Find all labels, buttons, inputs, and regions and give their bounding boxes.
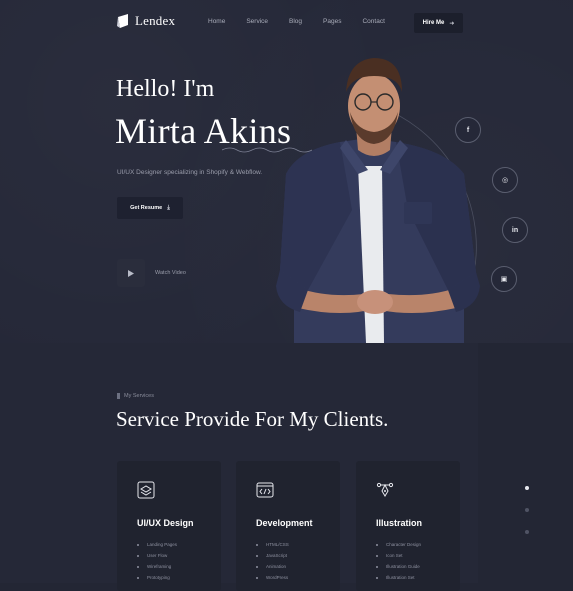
- bullet-icon: [256, 543, 258, 546]
- bullet-icon: [376, 576, 378, 579]
- layers-icon: [137, 481, 155, 499]
- list-item-label: User Flow: [147, 553, 168, 558]
- service-card-title: Illustration: [376, 518, 423, 528]
- dribbble-icon[interactable]: ◎: [492, 167, 518, 193]
- bullet-icon: [137, 543, 139, 546]
- list-item-label: JavaScript: [266, 553, 288, 558]
- list-item: Animation: [256, 561, 289, 572]
- facebook-icon[interactable]: f: [455, 117, 481, 143]
- bullet-icon: [137, 576, 139, 579]
- bullet-icon: [256, 565, 258, 568]
- service-card-title: UI/UX Design: [137, 518, 194, 528]
- list-item: JavaScript: [256, 550, 289, 561]
- underline-squiggle: [222, 147, 312, 153]
- play-icon: [128, 269, 134, 277]
- service-card-list: Character Design Icon Set Illustration G…: [376, 539, 421, 583]
- list-item: Illustration Guide: [376, 561, 421, 572]
- pen-tool-icon: [376, 482, 394, 497]
- services-eyebrow: My Services: [117, 393, 154, 399]
- list-item: Prototyping: [137, 572, 177, 583]
- list-item-label: Icon Set: [386, 553, 403, 558]
- list-item: User Flow: [137, 550, 177, 561]
- instagram-icon[interactable]: ▣: [491, 266, 517, 292]
- list-item: Character Design: [376, 539, 421, 550]
- list-item-label: Landing Pages: [147, 542, 178, 547]
- slider-dot[interactable]: [525, 530, 529, 534]
- get-resume-label: Get Resume: [130, 205, 163, 211]
- list-item-label: Prototyping: [147, 575, 170, 580]
- list-item: Landing Pages: [137, 539, 177, 550]
- code-icon: [256, 482, 274, 498]
- bullet-icon: [376, 554, 378, 557]
- list-item-label: Illustration Set: [386, 575, 415, 580]
- service-card-title: Development: [256, 518, 313, 528]
- list-item-label: HTML/CSS: [266, 542, 289, 547]
- slider-dot-active[interactable]: [525, 486, 529, 490]
- eyebrow-mark-icon: [117, 393, 120, 399]
- services-title: Service Provide For My Clients.: [116, 407, 389, 431]
- list-item-label: Wireframing: [147, 564, 172, 569]
- list-item: WordPress: [256, 572, 289, 583]
- watch-video[interactable]: Watch Video: [117, 259, 186, 287]
- play-button[interactable]: [117, 259, 145, 287]
- list-item-label: WordPress: [266, 575, 289, 580]
- portrait-image: [276, 58, 480, 343]
- service-card-illustration[interactable]: Illustration Character Design Icon Set I…: [356, 461, 460, 591]
- list-item-label: Character Design: [386, 542, 422, 547]
- slider-dot[interactable]: [525, 508, 529, 512]
- hero-subtitle: UI/UX Designer specializing in Shopify &…: [117, 169, 263, 176]
- bullet-icon: [137, 565, 139, 568]
- service-card-uiux[interactable]: UI/UX Design Landing Pages User Flow Wir…: [117, 461, 221, 591]
- bullet-icon: [376, 543, 378, 546]
- list-item: HTML/CSS: [256, 539, 289, 550]
- bullet-icon: [256, 576, 258, 579]
- list-item: Icon Set: [376, 550, 421, 561]
- hero-greeting: Hello! I'm: [116, 76, 215, 102]
- watch-video-label: Watch Video: [155, 270, 186, 276]
- list-item-label: Animation: [266, 564, 287, 569]
- list-item-label: Illustration Guide: [386, 564, 420, 569]
- slider-dots: [525, 486, 529, 534]
- get-resume-button[interactable]: Get Resume ⤓: [117, 197, 183, 219]
- service-card-list: HTML/CSS JavaScript Animation WordPress: [256, 539, 289, 583]
- bullet-icon: [376, 565, 378, 568]
- bullet-icon: [137, 554, 139, 557]
- services-section: My Services Service Provide For My Clien…: [0, 343, 573, 591]
- linkedin-icon[interactable]: in: [502, 217, 528, 243]
- bullet-icon: [256, 554, 258, 557]
- hero-section: Lendex Home Service Blog Pages Contact H…: [0, 0, 573, 343]
- download-icon: ⤓: [167, 204, 170, 211]
- eyebrow-label: My Services: [124, 393, 154, 399]
- service-card-list: Landing Pages User Flow Wireframing Prot…: [137, 539, 177, 583]
- list-item: Wireframing: [137, 561, 177, 572]
- service-card-development[interactable]: Development HTML/CSS JavaScript Animatio…: [236, 461, 340, 591]
- list-item: Illustration Set: [376, 572, 421, 583]
